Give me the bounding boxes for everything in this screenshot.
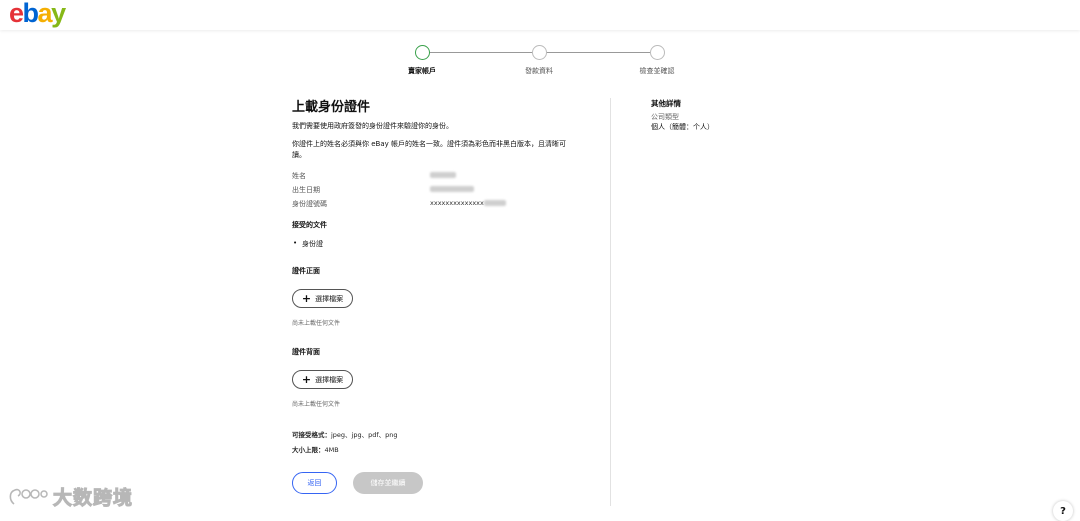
logo-letter-a: a	[37, 0, 53, 28]
back-button[interactable]: 返回	[292, 472, 337, 494]
choose-back-file-button[interactable]: + 選擇檔案	[292, 370, 353, 389]
max-size: 大小上限：4MB	[292, 444, 339, 454]
name-value	[430, 171, 456, 179]
requirement-text: 你證件上的姓名必須與你 eBay 帳戶的姓名一致。證件須為彩色而非黑白版本，且清…	[292, 140, 566, 159]
dob-label: 出生日期	[292, 186, 320, 194]
other-details-title: 其他詳情	[651, 99, 681, 108]
choose-file-label: 選擇檔案	[315, 375, 344, 384]
help-button[interactable]: ?	[1053, 501, 1073, 521]
logo-letter-e: e	[9, 0, 24, 28]
formats-value: jpeg、jpg、pdf、png	[331, 431, 398, 439]
name-label: 姓名	[292, 172, 306, 180]
progress-stepper: 賣家帳戶 發款資料 檢查並確認	[380, 44, 700, 78]
id-number-label: 身份證號碼	[292, 200, 327, 208]
formats-label: 可接受格式：	[292, 431, 331, 439]
size-value: 4MB	[324, 446, 339, 454]
ebay-logo[interactable]: ebay	[9, 0, 66, 29]
dob-value	[430, 185, 474, 193]
step-1-label: 賣家帳戶	[408, 67, 436, 75]
company-type-value: 個人（簡體：个人）	[651, 123, 714, 131]
watermark: 大数跨境	[8, 483, 133, 510]
step-2-label: 發款資料	[525, 67, 553, 75]
intro-text: 我們需要使用政府簽發的身份證件來驗證你的身份。	[292, 122, 453, 130]
step-connector	[429, 52, 533, 53]
step-3-label: 檢查並確認	[639, 67, 675, 75]
plus-icon: +	[301, 372, 312, 386]
id-number-value: xxxxxxxxxxxxxx	[430, 199, 506, 207]
plus-icon: +	[301, 291, 312, 305]
save-continue-button[interactable]: 儲存並繼續	[353, 472, 423, 494]
back-heading: 證件背面	[292, 348, 320, 356]
page-title: 上載身份證件	[292, 100, 371, 115]
watermark-logo-icon	[9, 488, 48, 505]
step-1-indicator	[415, 45, 430, 60]
logo-letter-b: b	[22, 0, 40, 28]
step-2-indicator	[532, 45, 547, 60]
watermark-text: 大数跨境	[52, 487, 134, 510]
back-upload-status: 尚未上載任何文件	[292, 401, 341, 408]
step-connector	[546, 52, 650, 53]
accepted-doc-item: 身份證	[293, 239, 323, 249]
logo-letter-y: y	[51, 0, 66, 28]
step-3-indicator	[650, 45, 665, 60]
company-type-label: 公司類型	[651, 113, 679, 121]
choose-file-label: 選擇檔案	[315, 294, 344, 303]
choose-front-file-button[interactable]: + 選擇檔案	[292, 289, 353, 308]
front-heading: 證件正面	[292, 267, 320, 275]
front-upload-status: 尚未上載任何文件	[292, 320, 341, 327]
size-label: 大小上限：	[292, 446, 325, 454]
top-bar: ebay	[0, 0, 1080, 30]
accepted-formats: 可接受格式：jpeg、jpg、pdf、png	[292, 429, 398, 439]
accepted-docs-heading: 接受的文件	[292, 221, 327, 229]
column-divider	[610, 98, 611, 506]
